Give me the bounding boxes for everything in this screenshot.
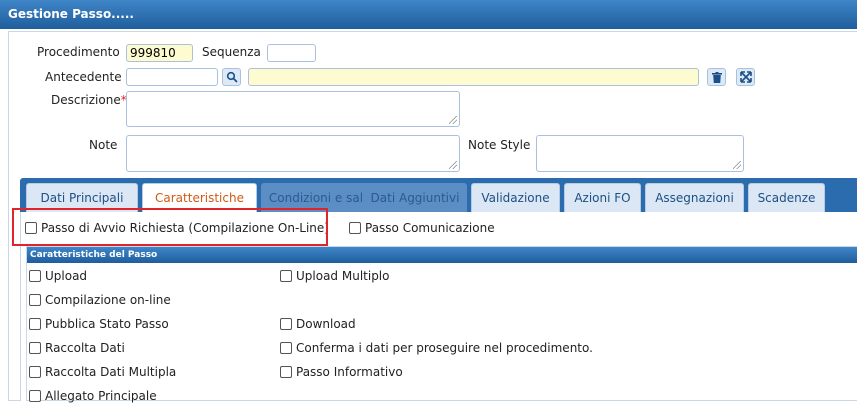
sequenza-field[interactable]: [267, 44, 316, 62]
descrizione-label: Descrizione*: [51, 93, 127, 107]
section-title: Caratteristiche del Passo: [27, 247, 857, 263]
expand-icon: [739, 71, 752, 83]
upload-multiplo-option[interactable]: Upload Multiplo: [280, 269, 390, 283]
tab-validazione[interactable]: Validazione: [471, 183, 560, 212]
expand-button[interactable]: [736, 68, 755, 86]
checkbox[interactable]: [29, 366, 41, 378]
tab-azioni-fo[interactable]: Azioni FO: [564, 183, 641, 212]
antecedente-code-field[interactable]: [126, 68, 218, 86]
trash-icon: [711, 71, 722, 83]
sequenza-label: Sequenza: [202, 45, 261, 59]
procedimento-field[interactable]: [126, 44, 193, 62]
descrizione-field[interactable]: [126, 91, 460, 127]
passo-informativo-option[interactable]: Passo Informativo: [280, 365, 403, 379]
comunicazione-option[interactable]: Passo Comunicazione: [349, 221, 495, 235]
upload-option[interactable]: Upload: [29, 269, 87, 283]
antecedente-label: Antecedente: [45, 70, 122, 84]
tab-dati-aggiuntivi: Dati Aggiuntivi: [363, 183, 467, 212]
conferma-dati-option[interactable]: Conferma i dati per proseguire nel proce…: [280, 341, 593, 355]
antecedente-description-field[interactable]: [248, 68, 699, 86]
raccolta-dati-multipla-option[interactable]: Raccolta Dati Multipla: [29, 365, 176, 379]
tab-bar: Dati Principali Caratteristiche Condizio…: [20, 178, 857, 212]
checkbox[interactable]: [29, 390, 41, 402]
window-title: Gestione Passo.....: [0, 0, 857, 29]
note-field[interactable]: [126, 135, 460, 172]
compilazione-online-option[interactable]: Compilazione on-line: [29, 293, 171, 307]
download-option[interactable]: Download: [280, 317, 356, 331]
note-style-field[interactable]: [536, 135, 744, 172]
search-icon: [226, 71, 238, 83]
search-button[interactable]: [222, 68, 241, 86]
checkbox[interactable]: [280, 342, 292, 354]
checkbox[interactable]: [280, 366, 292, 378]
checkbox[interactable]: [280, 270, 292, 282]
tab-assegnazioni[interactable]: Assegnazioni: [645, 183, 744, 212]
resize-grip-icon[interactable]: [449, 161, 457, 169]
resize-grip-icon[interactable]: [733, 161, 741, 169]
pubblica-stato-option[interactable]: Pubblica Stato Passo: [29, 317, 169, 331]
tab-scadenze[interactable]: Scadenze: [748, 183, 825, 212]
checkbox[interactable]: [29, 294, 41, 306]
highlight-box: [12, 208, 328, 246]
checkbox[interactable]: [29, 270, 41, 282]
checkbox[interactable]: [29, 318, 41, 330]
checkbox[interactable]: [29, 342, 41, 354]
note-style-label: Note Style: [468, 138, 531, 152]
delete-button[interactable]: [707, 68, 726, 86]
checkbox[interactable]: [349, 222, 361, 234]
resize-grip-icon[interactable]: [449, 116, 457, 124]
raccolta-dati-option[interactable]: Raccolta Dati: [29, 341, 125, 355]
checkbox[interactable]: [280, 318, 292, 330]
note-label: Note: [89, 138, 118, 152]
procedimento-label: Procedimento: [37, 45, 120, 59]
